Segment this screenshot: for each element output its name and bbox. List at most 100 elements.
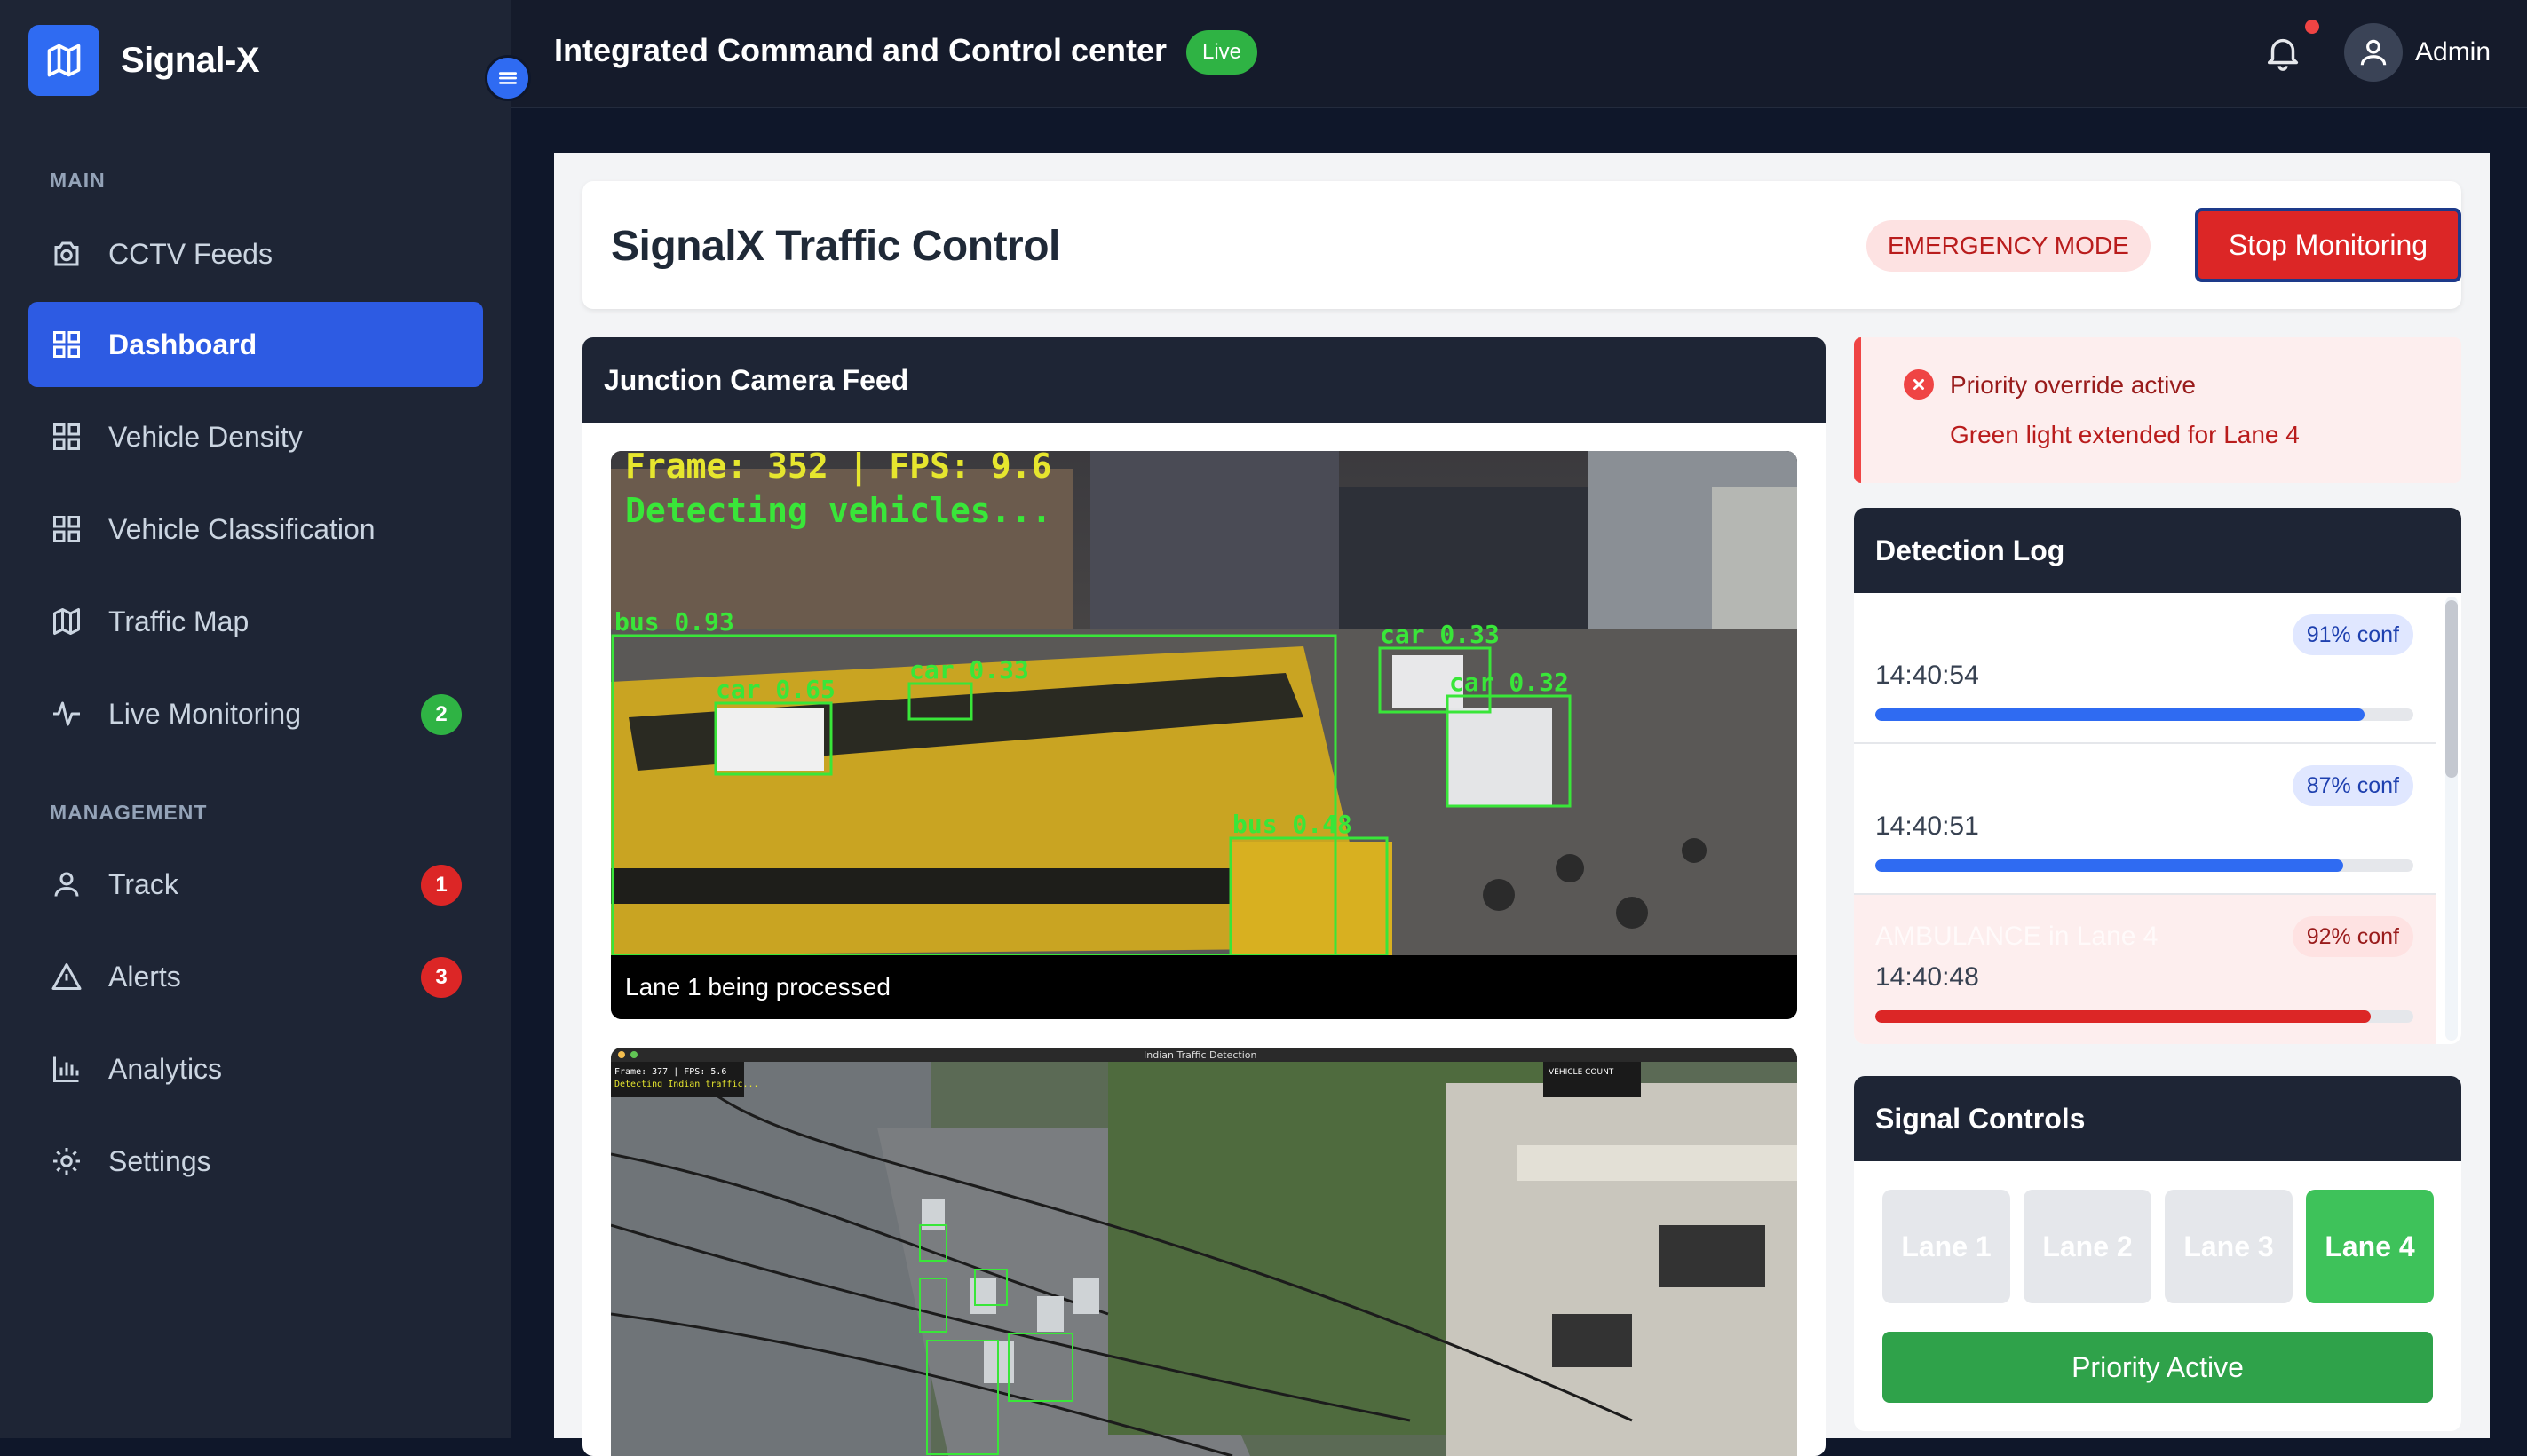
log-time: 14:40:54 <box>1875 661 1979 690</box>
section-label-main: MAIN <box>50 169 106 192</box>
camera-feed-lane-2[interactable]: Indian Traffic Detection VEHICLE COUNT F… <box>611 1048 1797 1456</box>
sidebar-item-vehicle-classification[interactable]: Vehicle Classification <box>28 487 483 572</box>
svg-text:car 0.33: car 0.33 <box>1380 620 1500 649</box>
sidebar-item-label: Settings <box>108 1144 211 1177</box>
detection-log-panel: Detection Log 91% conf 14:40:54 87% conf… <box>1854 508 2461 1044</box>
signal-controls-title: Signal Controls <box>1854 1076 2461 1161</box>
app-title: Integrated Command and Control center <box>554 32 1168 68</box>
lane-1-button[interactable]: Lane 1 <box>1882 1190 2010 1303</box>
bell-icon[interactable] <box>2262 32 2307 76</box>
priority-alert: Priority override active Green light ext… <box>1854 337 2461 483</box>
alert-subtitle: Green light extended for Lane 4 <box>1950 421 2300 448</box>
detection-log-title: Detection Log <box>1854 508 2461 593</box>
camera-feed-lane-1[interactable]: bus 0.93 car 0.65 car 0.33 car 0.33 car … <box>611 451 1797 1019</box>
log-entry-text: AMBULANCE in Lane 4 <box>1875 922 2159 951</box>
confidence-bar <box>1875 1010 2413 1023</box>
overlay-frame-counter: Frame: 377 | FPS: 5.6 <box>614 1067 726 1077</box>
confidence-bar-fill <box>1875 708 2365 721</box>
map-icon <box>50 605 83 638</box>
count-badge: 3 <box>421 957 462 998</box>
overlay-status-text: Detecting Indian traffic... <box>614 1080 759 1089</box>
signal-controls-panel: Signal Controls Lane 1 Lane 2 Lane 3 Lan… <box>1854 1076 2461 1431</box>
sidebar-toggle-button[interactable] <box>485 55 531 101</box>
alert-title: Priority override active <box>1950 371 2196 399</box>
confidence-badge: 92% conf <box>2292 916 2413 957</box>
menu-icon <box>496 67 519 90</box>
log-entry[interactable]: 87% conf 14:40:51 <box>1854 744 2436 895</box>
camera-frame-street: bus 0.93 car 0.65 car 0.33 car 0.33 car … <box>611 451 1797 955</box>
activity-icon <box>50 697 83 731</box>
user-icon <box>50 867 83 901</box>
scrollbar-thumb[interactable] <box>2445 600 2458 778</box>
log-entry-critical[interactable]: AMBULANCE in Lane 4 92% conf 14:40:48 <box>1854 895 2436 1044</box>
control-header: SignalX Traffic Control EMERGENCY MODE S… <box>582 181 2461 309</box>
lane-3-button[interactable]: Lane 3 <box>2165 1190 2293 1303</box>
sidebar-item-label: Traffic Map <box>108 605 250 637</box>
sidebar-item-label: Dashboard <box>108 328 257 360</box>
user-name[interactable]: Admin <box>2415 37 2491 67</box>
overlay-frame-counter: Frame: 352 | FPS: 9.6 <box>625 451 1051 487</box>
priority-active-button[interactable]: Priority Active <box>1882 1332 2433 1403</box>
sidebar-item-settings[interactable]: Settings <box>28 1119 483 1204</box>
camera-panel: Junction Camera Feed bus 0.93 car 0.65 c… <box>582 337 1826 1456</box>
sidebar-item-traffic-map[interactable]: Traffic Map <box>28 579 483 664</box>
count-badge: 1 <box>421 865 462 906</box>
main-content: SignalX Traffic Control EMERGENCY MODE S… <box>554 153 2490 1456</box>
svg-text:car 0.65: car 0.65 <box>716 675 836 704</box>
sidebar-item-cctv-feeds[interactable]: CCTV Feeds <box>28 211 483 297</box>
warning-icon <box>50 960 83 993</box>
emergency-mode-badge: EMERGENCY MODE <box>1866 220 2151 272</box>
log-time: 14:40:48 <box>1875 962 1979 992</box>
notification-dot <box>2305 20 2319 34</box>
sidebar-item-label: Vehicle Classification <box>108 512 376 545</box>
sidebar-item-analytics[interactable]: Analytics <box>28 1026 483 1112</box>
sidebar-item-label: Vehicle Density <box>108 420 303 453</box>
sidebar-item-dashboard[interactable]: Dashboard <box>28 302 483 387</box>
camera-frame-road: Indian Traffic Detection VEHICLE COUNT F… <box>611 1048 1797 1456</box>
avatar[interactable] <box>2344 23 2403 82</box>
user-icon <box>2357 36 2390 69</box>
sidebar: Signal-X MAIN CCTV Feeds Dashboard Vehic… <box>0 0 511 1438</box>
confidence-badge: 91% conf <box>2292 614 2413 655</box>
sidebar-item-alerts[interactable]: Alerts 3 <box>28 934 483 1019</box>
sidebar-item-live-monitoring[interactable]: Live Monitoring 2 <box>28 671 483 756</box>
sidebar-item-vehicle-density[interactable]: Vehicle Density <box>28 394 483 479</box>
grid-icon <box>50 328 83 361</box>
confidence-bar <box>1875 708 2413 721</box>
camera-panel-title: Junction Camera Feed <box>582 337 1826 423</box>
sidebar-item-label: Track <box>108 867 178 900</box>
grid-icon <box>50 420 83 454</box>
count-badge: 2 <box>421 694 462 735</box>
svg-text:car 0.32: car 0.32 <box>1449 668 1569 697</box>
svg-text:bus 0.93: bus 0.93 <box>614 607 734 637</box>
error-icon <box>1904 369 1934 400</box>
gear-icon <box>50 1144 83 1178</box>
sidebar-item-label: Analytics <box>108 1052 223 1085</box>
log-entry[interactable]: 91% conf 14:40:54 <box>1854 593 2436 744</box>
sidebar-item-track[interactable]: Track 1 <box>28 842 483 927</box>
log-time: 14:40:51 <box>1875 811 1979 841</box>
brand[interactable]: Signal-X <box>28 25 260 96</box>
window-title: Indian Traffic Detection <box>1144 1049 1256 1061</box>
sidebar-item-label: Live Monitoring <box>108 697 301 730</box>
confidence-badge: 87% conf <box>2292 765 2413 806</box>
bar-chart-icon <box>50 1052 83 1086</box>
vehicle-count-label: VEHICLE COUNT <box>1549 1068 1614 1077</box>
feed-caption: Lane 1 being processed <box>611 955 1797 1019</box>
camera-icon <box>50 237 83 271</box>
svg-text:bus 0.48: bus 0.48 <box>1232 810 1352 839</box>
top-bar: Integrated Command and Control center Li… <box>511 0 2527 108</box>
map-logo-icon <box>28 25 99 96</box>
grid-icon <box>50 512 83 546</box>
sidebar-item-label: CCTV Feeds <box>108 237 273 270</box>
brand-name: Signal-X <box>121 40 260 80</box>
overlay-status-text: Detecting vehicles... <box>625 491 1051 530</box>
section-label-management: MANAGEMENT <box>50 801 208 824</box>
live-badge: Live <box>1186 30 1258 75</box>
stop-monitoring-button[interactable]: Stop Monitoring <box>2195 208 2461 282</box>
page-title: SignalX Traffic Control <box>611 223 1060 270</box>
lane-4-button[interactable]: Lane 4 <box>2306 1190 2434 1303</box>
detection-log-list[interactable]: 91% conf 14:40:54 87% conf 14:40:51 AMBU… <box>1854 593 2440 1044</box>
lane-2-button[interactable]: Lane 2 <box>2024 1190 2151 1303</box>
sidebar-item-label: Alerts <box>108 960 181 993</box>
